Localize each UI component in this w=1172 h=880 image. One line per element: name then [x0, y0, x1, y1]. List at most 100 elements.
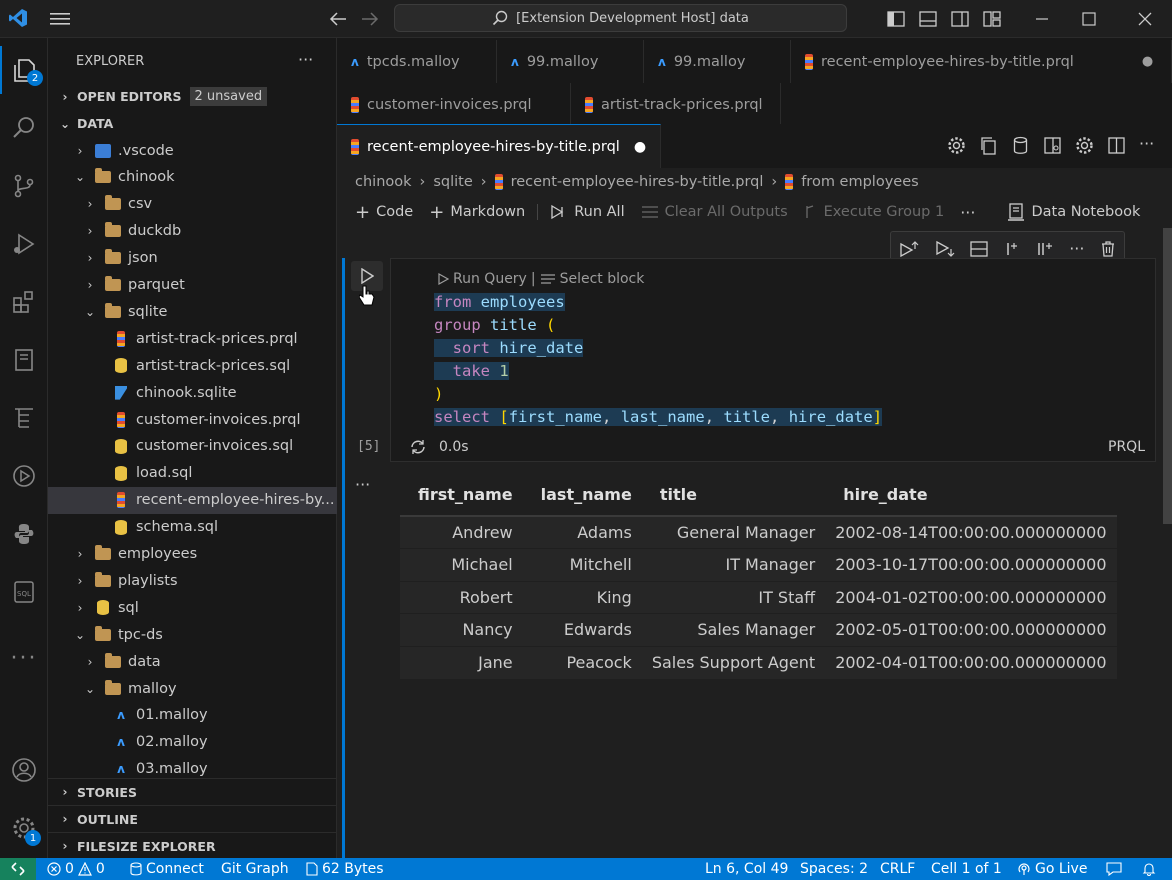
output-more-actions-icon[interactable]: ···	[355, 475, 370, 494]
insert-below-icon[interactable]	[1036, 241, 1054, 257]
data-root-section[interactable]: ⌄ DATA	[48, 110, 337, 137]
accounts-icon[interactable]	[0, 746, 48, 794]
column-header[interactable]: hire_date	[825, 474, 1116, 516]
tree-item[interactable]: › data	[48, 648, 337, 675]
tree-item[interactable]: › sql	[48, 594, 337, 621]
clear-all-outputs-button[interactable]: Clear All Outputs	[633, 204, 796, 220]
filesize-explorer-section[interactable]: › FILESIZE EXPLORER	[48, 832, 337, 859]
open-preview-icon[interactable]	[1043, 136, 1062, 155]
breadcrumb-symbol[interactable]: from employees	[801, 174, 918, 190]
problems-indicator[interactable]: 0 0	[47, 858, 105, 880]
run-play-icon[interactable]	[0, 452, 48, 500]
cell-indicator[interactable]: Cell 1 of 1	[931, 858, 1002, 880]
unsaved-dot-icon[interactable]: ●	[1142, 54, 1153, 69]
extensions-icon[interactable]	[0, 278, 48, 326]
back-arrow-icon[interactable]	[327, 8, 349, 30]
tree-item[interactable]: ᴧ 02.malloy	[48, 729, 337, 756]
breadcrumb-chinook[interactable]: chinook	[355, 174, 412, 190]
split-cell-icon[interactable]	[970, 240, 988, 257]
table-row[interactable]: Andrew Adams General Manager 2002-08-14T00:…	[400, 516, 1117, 549]
tree-item[interactable]: › .vscode	[48, 137, 337, 164]
run-debug-icon[interactable]	[0, 220, 48, 268]
sql-server-icon[interactable]: SQL	[0, 568, 48, 616]
indentation[interactable]: Spaces: 2	[800, 858, 868, 880]
close-window-icon[interactable]	[1134, 8, 1156, 30]
table-row[interactable]: Nancy Edwards Sales Manager 2002-05-01T00:0…	[400, 613, 1117, 646]
add-code-cell-button[interactable]: + Code	[347, 202, 421, 223]
cell-language[interactable]: PRQL	[1108, 439, 1145, 455]
execute-group-button[interactable]: Execute Group 1	[796, 204, 953, 220]
unsaved-dot-icon[interactable]: ●	[634, 139, 646, 155]
delete-cell-trash-icon[interactable]	[1100, 240, 1116, 258]
tree-item[interactable]: customer-invoices.prql	[48, 406, 337, 433]
column-header[interactable]: last_name	[523, 474, 642, 516]
source-control-icon[interactable]	[0, 162, 48, 210]
tab-0[interactable]: ᴧ tpcds.malloy	[337, 40, 497, 83]
git-graph-button[interactable]: Git Graph	[221, 858, 289, 880]
customize-layout-icon[interactable]	[981, 8, 1003, 30]
table-row[interactable]: Robert King IT Staff 2004-01-02T00:00:00.00…	[400, 581, 1117, 614]
toggle-secondary-sidebar-icon[interactable]	[949, 8, 971, 30]
tree-item[interactable]: › csv	[48, 191, 337, 218]
tree-item[interactable]: ᴧ 01.malloy	[48, 702, 337, 729]
notebook-icon[interactable]	[0, 336, 48, 384]
tree-item[interactable]: ⌄ sqlite	[48, 298, 337, 325]
test-icon[interactable]	[0, 394, 48, 442]
insert-above-icon[interactable]	[1004, 241, 1020, 257]
gear-icon[interactable]	[947, 136, 966, 155]
tab-3[interactable]: recent-employee-hires-by-title.prql ●	[791, 40, 1172, 83]
manage-gear-icon[interactable]: 1	[0, 804, 48, 852]
column-header[interactable]: title	[642, 474, 825, 516]
more-toolbar-actions-icon[interactable]: ···	[952, 203, 983, 222]
minimize-icon[interactable]	[1031, 8, 1053, 30]
tree-item[interactable]: › playlists	[48, 567, 337, 594]
tab-active[interactable]: recent-employee-hires-by-title.prql ●	[337, 124, 662, 168]
notifications-bell-icon[interactable]	[1142, 858, 1156, 880]
more-editor-actions-icon[interactable]: ···	[1139, 136, 1154, 155]
go-live-button[interactable]: Go Live	[1017, 858, 1087, 880]
more-cell-actions-icon[interactable]: ···	[1069, 239, 1084, 258]
command-center-search[interactable]: [Extension Development Host] data	[394, 4, 847, 32]
tree-item[interactable]: customer-invoices.sql	[48, 433, 337, 460]
execute-below-icon[interactable]	[935, 240, 955, 258]
more-views-icon[interactable]: ···	[0, 634, 48, 682]
tab-row2-0[interactable]: customer-invoices.prql	[337, 83, 571, 126]
table-row[interactable]: Jane Peacock Sales Support Agent 2002-04-01…	[400, 646, 1117, 679]
run-query-link[interactable]: Run Query	[453, 271, 527, 287]
explorer-icon[interactable]: 2	[0, 46, 48, 94]
execute-above-icon[interactable]	[899, 240, 919, 258]
copy-icon[interactable]	[979, 136, 998, 155]
feedback-icon[interactable]	[1106, 858, 1122, 880]
end-of-line[interactable]: CRLF	[880, 858, 915, 880]
tree-item[interactable]: chinook.sqlite	[48, 379, 337, 406]
forward-arrow-icon[interactable]	[359, 8, 381, 30]
tree-item[interactable]: ⌄ tpc-ds	[48, 621, 337, 648]
connect-button[interactable]: Connect	[130, 858, 204, 880]
python-icon[interactable]	[0, 510, 48, 558]
outline-section[interactable]: › OUTLINE	[48, 805, 337, 832]
tree-item[interactable]: › json	[48, 245, 337, 272]
remote-indicator[interactable]	[0, 858, 36, 880]
file-size-indicator[interactable]: 62 Bytes	[306, 858, 384, 880]
tree-item[interactable]: ⌄ chinook	[48, 164, 337, 191]
table-row[interactable]: Michael Mitchell IT Manager 2003-10-17T00:0…	[400, 548, 1117, 581]
editor-scrollbar[interactable]	[1163, 228, 1172, 524]
breadcrumb-sqlite[interactable]: sqlite	[433, 174, 472, 190]
column-header[interactable]: first_name	[400, 474, 523, 516]
settings-gear-icon[interactable]	[1075, 136, 1094, 155]
menu-icon[interactable]	[49, 8, 71, 30]
tab-2[interactable]: ᴧ 99.malloy	[644, 40, 791, 83]
tree-item[interactable]: artist-track-prices.sql	[48, 352, 337, 379]
tree-item[interactable]: recent-employee-hires-by...	[48, 486, 337, 514]
select-block-link[interactable]: Select block	[560, 271, 645, 287]
cursor-position[interactable]: Ln 6, Col 49	[705, 858, 788, 880]
tree-item[interactable]: ⌄ malloy	[48, 675, 337, 702]
toggle-panel-icon[interactable]	[917, 8, 939, 30]
search-icon[interactable]	[0, 104, 48, 152]
tab-row2-1[interactable]: artist-track-prices.prql	[571, 83, 781, 126]
add-markdown-cell-button[interactable]: + Markdown	[421, 202, 533, 223]
maximize-icon[interactable]	[1078, 8, 1100, 30]
breadcrumb-file[interactable]: recent-employee-hires-by-title.prql	[511, 174, 764, 190]
tree-item[interactable]: › duckdb	[48, 218, 337, 245]
toggle-primary-sidebar-icon[interactable]	[885, 8, 907, 30]
